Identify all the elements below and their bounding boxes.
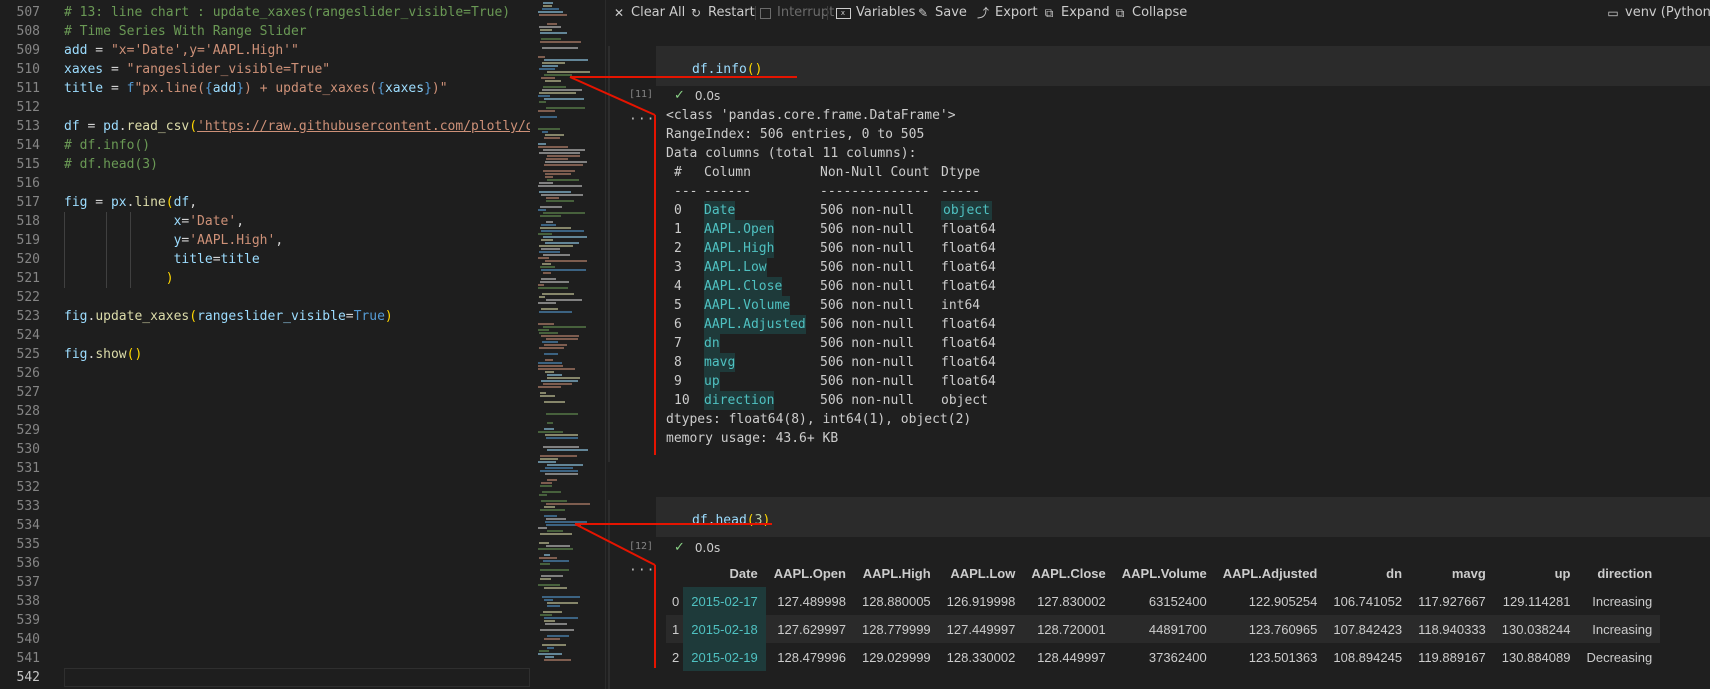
annotation-line xyxy=(574,523,656,566)
annotation-overlay xyxy=(569,76,797,668)
annotation-line xyxy=(569,76,656,116)
